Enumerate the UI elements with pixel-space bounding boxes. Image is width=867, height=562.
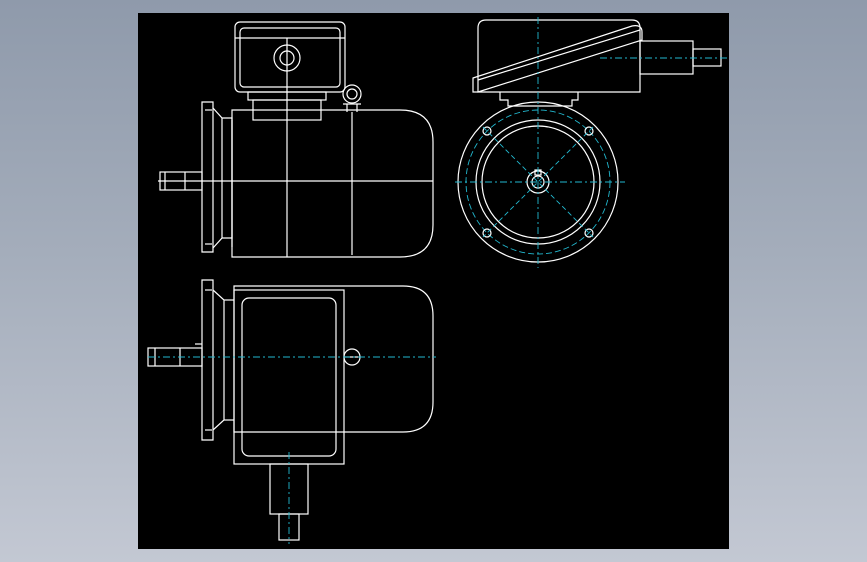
cad-viewport[interactable] bbox=[0, 0, 867, 562]
top-view bbox=[147, 279, 436, 544]
terminal-box bbox=[234, 21, 346, 121]
top-terminal-box bbox=[233, 289, 345, 465]
mounting-flange bbox=[201, 101, 233, 253]
end-view bbox=[455, 17, 727, 268]
motor-body bbox=[231, 109, 434, 258]
end-terminal-box bbox=[472, 19, 727, 107]
top-output-shaft bbox=[147, 343, 203, 367]
top-flange bbox=[201, 279, 234, 441]
front-view bbox=[158, 21, 434, 258]
top-motor-body bbox=[233, 285, 434, 433]
motor-drawing bbox=[147, 17, 727, 544]
lifting-eye bbox=[342, 84, 362, 112]
